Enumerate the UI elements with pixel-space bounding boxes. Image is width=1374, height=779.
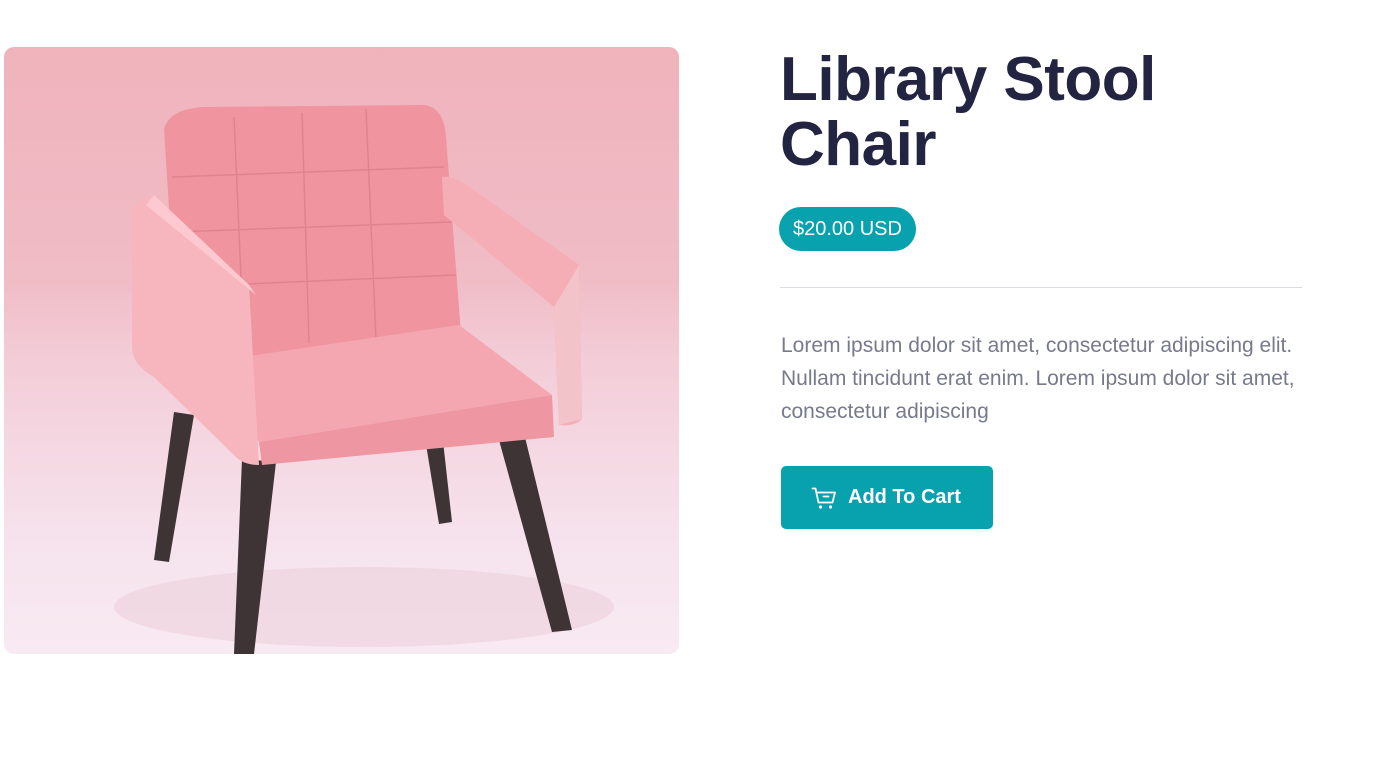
price-badge: $20.00 USD xyxy=(779,207,916,251)
chair-illustration xyxy=(114,105,614,654)
product-image xyxy=(4,47,679,654)
product-description: Lorem ipsum dolor sit amet, consectetur … xyxy=(781,334,1295,423)
product-page: Library Stool Chair $20.00 USD Lorem ips… xyxy=(0,0,1374,779)
add-to-cart-label: Add To Cart xyxy=(848,486,961,508)
product-title: Library Stool Chair xyxy=(780,45,1156,179)
add-to-cart-button[interactable]: Add To Cart xyxy=(781,466,993,529)
product-details: Library Stool Chair $20.00 USD Lorem ips… xyxy=(779,45,1320,529)
shopping-cart-icon xyxy=(811,485,837,511)
divider xyxy=(780,287,1302,288)
